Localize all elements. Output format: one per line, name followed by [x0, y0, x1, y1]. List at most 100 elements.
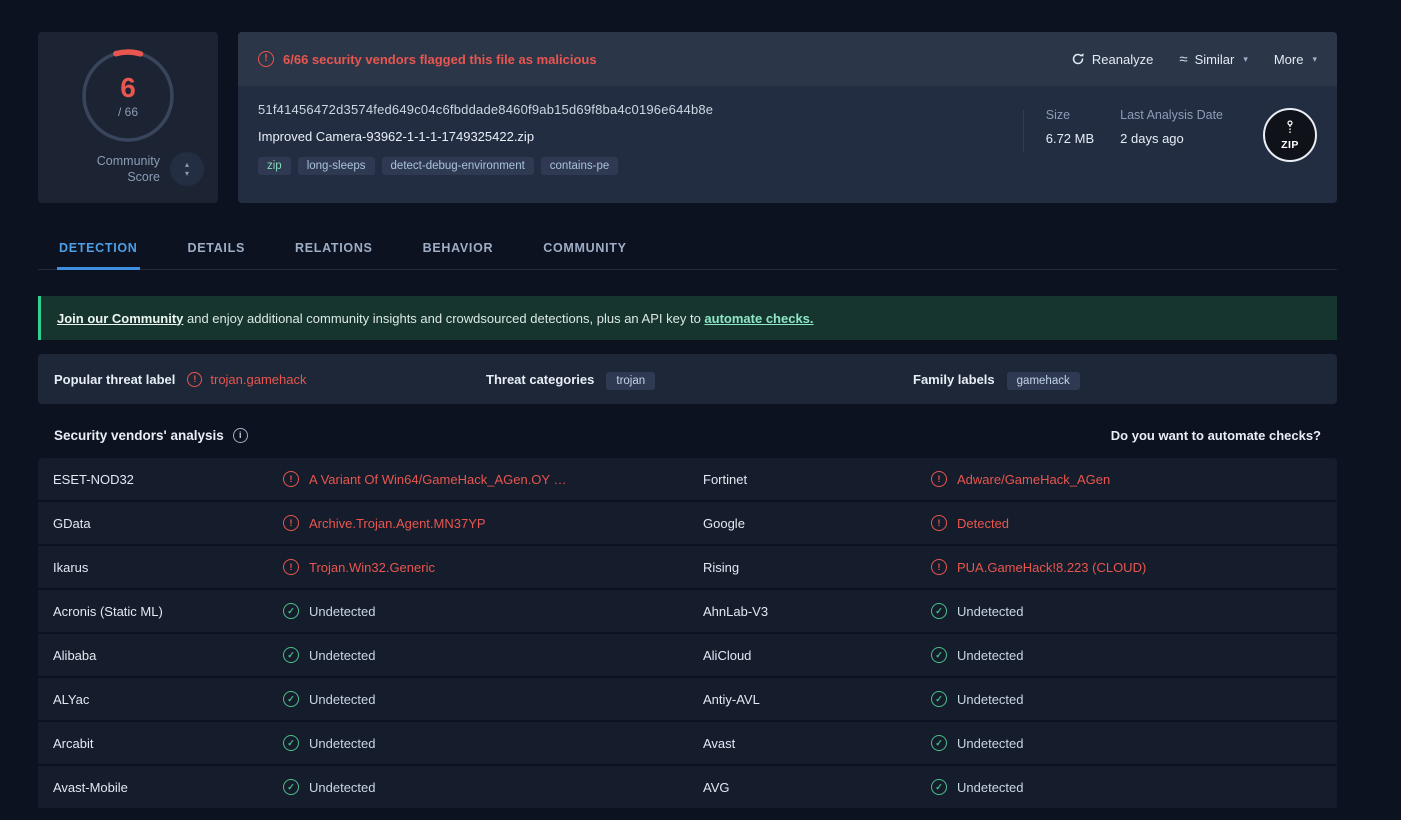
alert-icon: ! [931, 515, 947, 531]
family-label-badge[interactable]: gamehack [1006, 371, 1080, 390]
engines-total: / 66 [117, 104, 138, 119]
file-tag[interactable]: contains-pe [540, 157, 619, 175]
file-name[interactable]: Improved Camera-93962-1-1-1-1749325422.z… [258, 129, 1023, 144]
vendor-result-text: Adware/GameHack_AGen [957, 471, 1111, 487]
last-analysis-value: 2 days ago [1120, 131, 1184, 146]
file-hash[interactable]: 51f41456472d3574fed649c04c6fbddade8460f9… [258, 102, 1023, 117]
file-tag[interactable]: long-sleeps [297, 157, 375, 175]
vendor-result-text: Undetected [957, 779, 1024, 795]
reanalyze-icon [1072, 53, 1084, 65]
vote-down-icon[interactable]: ▾ [185, 169, 189, 178]
vendor-row: Arcabit ✓ Undetected Avast ✓ Undetected [38, 722, 1337, 766]
vendor-result-text: Undetected [309, 779, 376, 795]
vendor-result: ! Adware/GameHack_AGen [931, 471, 1337, 487]
automate-checks-question[interactable]: Do you want to automate checks? [1111, 428, 1321, 443]
vendor-result-text: A Variant Of Win64/GameHack_AGen.OY … [309, 471, 567, 487]
vendor-name: Avast [703, 735, 736, 751]
vendor-name: ESET-NOD32 [53, 471, 134, 487]
similar-button[interactable]: ≈ Similar ▾ [1179, 51, 1248, 68]
vendor-result-text: Trojan.Win32.Generic [309, 559, 435, 575]
detections-count: 6 [120, 71, 136, 103]
tab-relations[interactable]: RELATIONS [293, 227, 375, 270]
file-tag[interactable]: detect-debug-environment [381, 157, 534, 175]
tag-list: zip long-sleeps detect-debug-environment co… [258, 157, 1023, 175]
file-info: 51f41456472d3574fed649c04c6fbddade8460f9… [258, 102, 1023, 175]
analysis-title: Security vendors' analysis i [54, 427, 248, 443]
zip-file-icon [1287, 119, 1293, 134]
more-button[interactable]: More ▾ [1274, 52, 1317, 67]
vendor-result: ✓ Undetected [283, 647, 703, 663]
vendors-table: ESET-NOD32! A Variant Of Win64/GameHack_A… [38, 458, 1337, 810]
vendor-result: ! Archive.Trojan.Agent.MN37YP [283, 515, 703, 531]
last-analysis-column: Last Analysis Date 2 days ago [1120, 108, 1223, 146]
chevron-down-icon: ▾ [1243, 53, 1248, 64]
header-strip: ! 6/66 security vendors flagged this fil… [238, 32, 1337, 86]
threat-category-badge[interactable]: trojan [606, 371, 656, 390]
size-column: Size 6.72 MB [1046, 108, 1094, 146]
info-icon[interactable]: i [232, 427, 248, 443]
vendor-result-text: Undetected [309, 735, 376, 751]
tab-details[interactable]: DETAILS [186, 227, 247, 270]
community-vote-widget[interactable]: ▴ ▾ [170, 152, 204, 186]
check-icon: ✓ [283, 735, 299, 751]
vendor-name: AliCloud [703, 647, 752, 663]
vendor-row: Avast-Mobile ✓ Undetected AVG ✓ Undetected [38, 766, 1337, 810]
file-header-card: ! 6/66 security vendors flagged this fil… [238, 32, 1337, 203]
tab-community[interactable]: COMMUNITY [541, 227, 628, 270]
tab-bar: DETECTION DETAILS RELATIONS BEHAVIOR COMMUNI… [38, 227, 1337, 270]
threat-categories-label: Threat categories [486, 371, 595, 387]
family-labels-label: Family labels [913, 371, 995, 387]
vendor-row: ESET-NOD32! A Variant Of Win64/GameHack_A… [38, 458, 1337, 502]
check-icon: ✓ [931, 647, 947, 663]
warning-text: 6/66 security vendors flagged this file … [283, 51, 597, 67]
community-banner: Join our Community and enjoy additional … [38, 296, 1337, 340]
vendor-result: ✓ Undetected [283, 735, 703, 751]
vendor-result: ! Detected [931, 515, 1337, 531]
vertical-divider [1022, 110, 1024, 152]
detection-page: 6 / 66 Community Score ▴ ▾ ! 6/66 securi… [0, 0, 1401, 810]
family-labels-group: Family labels gamehack [913, 371, 1086, 390]
gauge-score: 6 / 66 [76, 44, 180, 148]
vendor-result: ✓ Undetected [283, 779, 703, 795]
vendor-result-text: PUA.GameHack!8.223 (CLOUD) [957, 559, 1147, 575]
vendor-name: Google [703, 515, 745, 531]
header-body: 51f41456472d3574fed649c04c6fbddade8460f9… [238, 86, 1337, 175]
file-type-label: ZIP [1281, 138, 1299, 151]
vendor-result: ! PUA.GameHack!8.223 (CLOUD) [931, 559, 1337, 575]
alert-icon: ! [283, 471, 299, 487]
family-labels-badges: gamehack [1006, 371, 1086, 390]
automate-checks-link[interactable]: automate checks. [704, 311, 813, 326]
threat-categories-group: Threat categories trojan [486, 371, 913, 390]
vendor-name: ALYac [53, 691, 90, 707]
reanalyze-button[interactable]: Reanalyze [1071, 52, 1153, 67]
analysis-title-text: Security vendors' analysis [54, 427, 224, 443]
banner-text: and enjoy additional community insights … [183, 310, 705, 326]
reanalyze-label: Reanalyze [1091, 51, 1154, 67]
vendor-result-text: Undetected [957, 691, 1024, 707]
similar-label: Similar [1194, 51, 1235, 67]
similar-icon: ≈ [1179, 50, 1188, 68]
vendor-result: ✓ Undetected [283, 691, 703, 707]
tab-behavior[interactable]: BEHAVIOR [421, 227, 496, 270]
vendor-result-text: Undetected [957, 647, 1024, 663]
popular-threat-group: Popular threat label ! trojan.gamehack [54, 371, 486, 387]
file-type-badge: ZIP [1263, 108, 1317, 162]
join-community-link[interactable]: Join our Community [57, 311, 183, 326]
vendor-name: AVG [703, 779, 730, 795]
size-label: Size [1045, 108, 1071, 122]
vendor-name: Arcabit [53, 735, 94, 751]
vendor-result: ✓ Undetected [931, 691, 1337, 707]
vote-up-icon[interactable]: ▴ [185, 160, 189, 169]
alert-icon: ! [283, 559, 299, 575]
vendor-name: Antiy-AVL [703, 691, 760, 707]
vendor-row: GData! Archive.Trojan.Agent.MN37YP Google!… [38, 502, 1337, 546]
vendor-result: ✓ Undetected [931, 779, 1337, 795]
vendor-result: ✓ Undetected [931, 603, 1337, 619]
tab-detection[interactable]: DETECTION [57, 227, 140, 270]
popular-threat-label: Popular threat label [54, 371, 176, 387]
check-icon: ✓ [931, 735, 947, 751]
vendor-result-text: Archive.Trojan.Agent.MN37YP [309, 515, 486, 531]
alert-icon: ! [283, 515, 299, 531]
vendor-result: ✓ Undetected [931, 735, 1337, 751]
file-tag[interactable]: zip [258, 157, 291, 175]
